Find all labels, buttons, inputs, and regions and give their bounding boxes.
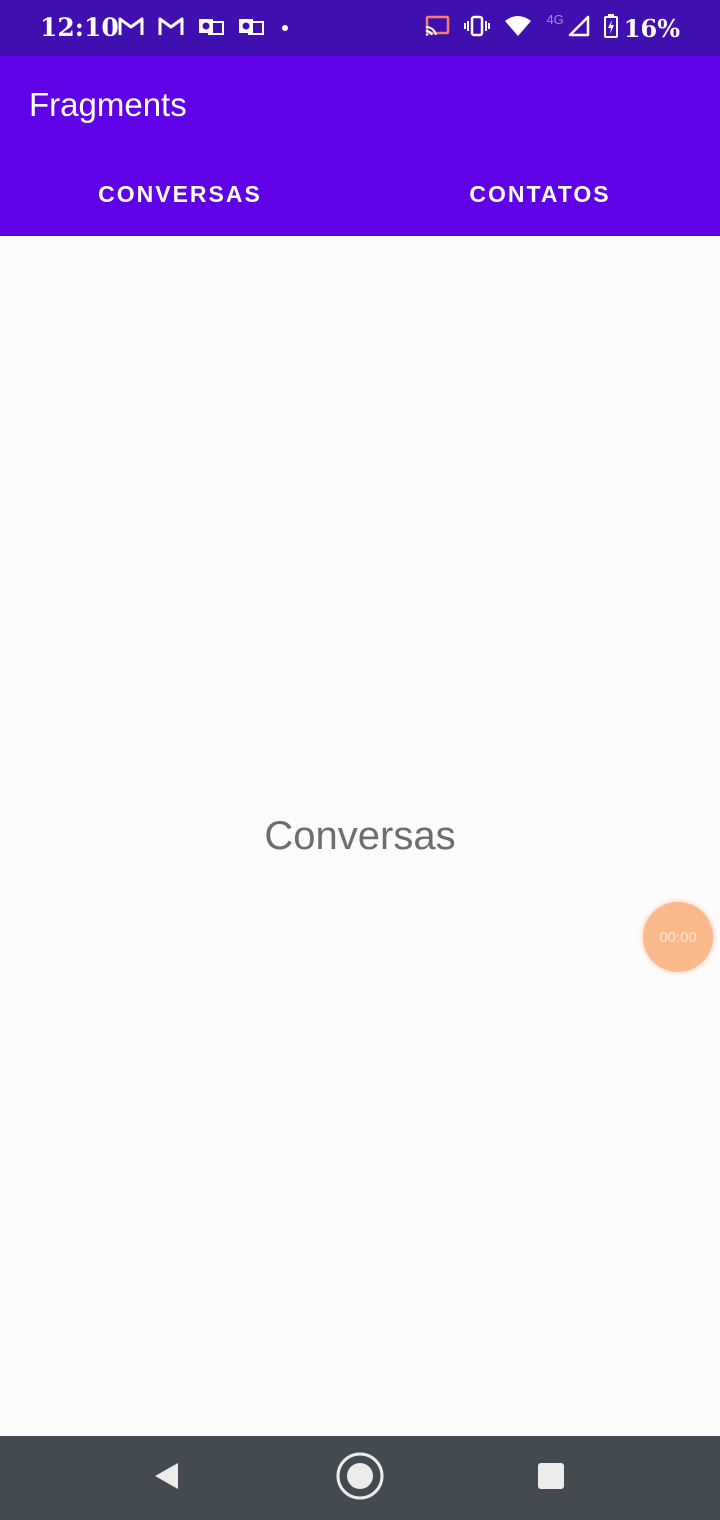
timer-bubble[interactable]: 00:00 xyxy=(643,902,713,972)
cast-icon xyxy=(424,15,450,42)
gmail-icon xyxy=(118,16,144,41)
network-label: 4G xyxy=(546,12,564,27)
status-time: 12:10 xyxy=(40,13,119,42)
back-icon xyxy=(152,1461,180,1496)
fragment-label: Conversas xyxy=(264,814,456,858)
system-icons: 4G 16% xyxy=(410,12,680,44)
home-icon xyxy=(335,1451,385,1506)
outlook-icon xyxy=(198,15,224,42)
back-button[interactable] xyxy=(126,1436,206,1520)
dot-icon xyxy=(282,25,288,31)
vibrate-icon xyxy=(464,15,491,42)
4g-icon: 4G xyxy=(546,12,563,37)
battery-charging-icon xyxy=(603,13,618,43)
tab-bar: CONVERSAS CONTATOS xyxy=(0,152,720,236)
tab-conversas[interactable]: CONVERSAS xyxy=(0,152,360,236)
battery-percent: 16% xyxy=(623,13,680,43)
app-title: Fragments xyxy=(29,86,187,123)
outlook-icon xyxy=(238,15,264,42)
recents-icon xyxy=(537,1462,565,1495)
home-button[interactable] xyxy=(320,1436,400,1520)
fragment-content: Conversas xyxy=(0,236,720,1436)
tab-contatos[interactable]: CONTATOS xyxy=(360,152,720,236)
gmail-icon xyxy=(158,16,184,41)
app-bar: Fragments CONVERSAS CONTATOS xyxy=(0,56,720,236)
signal-icon xyxy=(568,15,590,42)
navigation-bar xyxy=(0,1436,720,1520)
status-bar: 12:10 4G 16% xyxy=(0,0,720,56)
timer-text: 00:00 xyxy=(659,928,697,946)
wifi-icon xyxy=(504,15,532,42)
notification-icons xyxy=(118,14,288,42)
recents-button[interactable] xyxy=(511,1436,591,1520)
